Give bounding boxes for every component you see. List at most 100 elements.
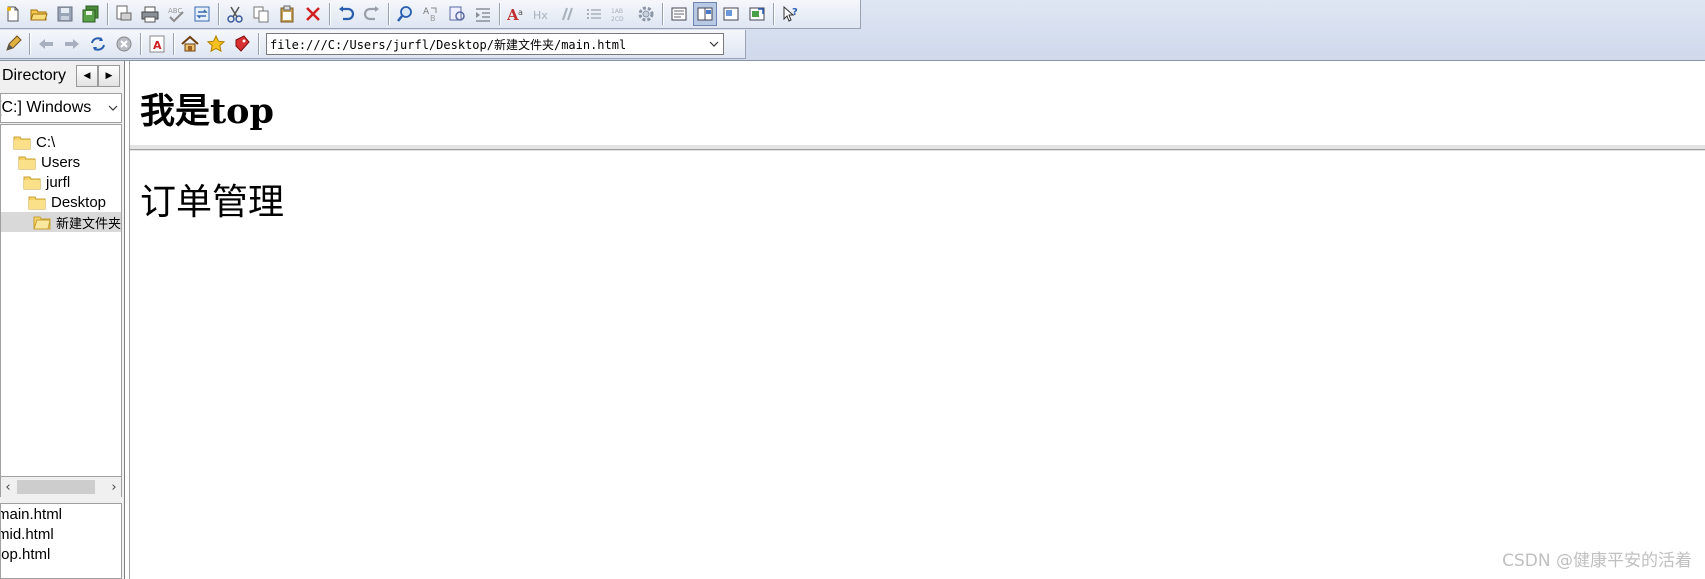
scroll-left-arrow-icon[interactable]: ‹ (1, 478, 15, 496)
url-input[interactable]: file:///C:/Users/jurfl/Desktop/新建文件夹/mai… (267, 36, 705, 53)
top-frame-heading: 我是top (140, 91, 274, 132)
file-item-top[interactable]: top.html (1, 546, 50, 566)
italic-format-icon[interactable] (556, 2, 580, 26)
refresh-icon[interactable] (86, 32, 110, 56)
chevron-down-icon[interactable] (105, 105, 121, 111)
convert-icon[interactable] (190, 2, 214, 26)
url-combobox[interactable]: file:///C:/Users/jurfl/Desktop/新建文件夹/mai… (266, 33, 724, 55)
copy-icon[interactable] (249, 2, 273, 26)
toolbar-separator (140, 33, 141, 55)
drive-select[interactable]: [C:] Windows (0, 93, 122, 123)
redo-icon[interactable] (360, 2, 384, 26)
find-in-files-icon[interactable] (445, 2, 469, 26)
triangle-right-icon: ▶ (105, 71, 113, 81)
replace-icon[interactable]: AB (419, 2, 443, 26)
external-browser-icon[interactable] (745, 2, 769, 26)
list-icon[interactable] (582, 2, 606, 26)
heading-icon[interactable]: Hx (530, 2, 554, 26)
view-preview-icon[interactable] (719, 2, 743, 26)
tree-item-new-folder[interactable]: 新建文件夹 (1, 212, 122, 232)
help-cursor-icon[interactable]: ? (778, 2, 802, 26)
svg-text:1AB: 1AB (611, 8, 623, 15)
forward-arrow-icon[interactable] (60, 32, 84, 56)
spell-check-icon[interactable]: ABC (164, 2, 188, 26)
home-icon[interactable] (178, 32, 202, 56)
back-arrow-icon[interactable] (34, 32, 58, 56)
svg-text:2CD: 2CD (611, 16, 624, 23)
indent-icon[interactable] (471, 2, 495, 26)
watermark-text: CSDN @健康平安的活着 (1502, 551, 1692, 571)
open-folder-icon[interactable] (27, 2, 51, 26)
triangle-left-icon: ◀ (83, 71, 91, 81)
folder-tree: C:\ Users jurfl Desktop 新建文件夹 (0, 124, 122, 477)
standard-toolbar: ABC AB Aa Hx 1AB 2CD ? (0, 0, 861, 29)
toolbar-separator (773, 3, 774, 25)
tree-item-jurfl[interactable]: jurfl (23, 172, 70, 192)
chevron-down-icon[interactable] (705, 34, 723, 54)
edit-pencil-icon[interactable] (1, 32, 25, 56)
new-file-icon[interactable] (1, 2, 25, 26)
scrollbar-thumb[interactable] (17, 480, 95, 494)
toolbar-separator (107, 3, 108, 25)
pdf-icon[interactable]: A (145, 32, 169, 56)
folder-icon (23, 176, 41, 190)
print-preview-icon[interactable] (112, 2, 136, 26)
scroll-left-button[interactable]: ◀ (76, 65, 98, 87)
toolbar-separator (662, 3, 663, 25)
tree-item-c-drive[interactable]: C:\ (13, 132, 55, 152)
toolbar-separator (329, 3, 330, 25)
undo-icon[interactable] (334, 2, 358, 26)
tree-item-label: 新建文件夹 (56, 216, 122, 232)
folder-icon (13, 136, 31, 150)
cut-icon[interactable] (223, 2, 247, 26)
font-size-icon[interactable]: Aa (504, 2, 528, 26)
numbered-list-icon[interactable]: 1AB 2CD (608, 2, 632, 26)
tree-item-label: Users (41, 153, 81, 171)
scroll-right-button[interactable]: ▶ (98, 65, 120, 87)
directory-header: Directory ◀ ▶ (0, 62, 124, 90)
svg-text:Hx: Hx (533, 9, 548, 22)
file-item-mid[interactable]: mid.html (1, 526, 54, 546)
save-all-icon[interactable] (79, 2, 103, 26)
toolbar-area: ABC AB Aa Hx 1AB 2CD ? A file:///C:/User… (0, 0, 1705, 61)
print-icon[interactable] (138, 2, 162, 26)
delete-icon[interactable] (301, 2, 325, 26)
horizontal-scrollbar[interactable]: ‹ › (0, 477, 122, 497)
view-split-icon[interactable] (693, 2, 717, 26)
toolbar-separator (388, 3, 389, 25)
svg-text:B: B (430, 14, 436, 23)
frame-divider[interactable] (130, 149, 1705, 150)
svg-text:A: A (153, 39, 162, 52)
toolbar-separator (499, 3, 500, 25)
toolbar-separator (173, 33, 174, 55)
tree-item-label: C:\ (36, 133, 56, 151)
folder-icon (18, 156, 36, 170)
toolbar-separator (29, 33, 30, 55)
navigation-toolbar: A file:///C:/Users/jurfl/Desktop/新建文件夹/m… (0, 30, 746, 59)
scrollbar-track[interactable] (15, 478, 107, 496)
file-item-main[interactable]: main.html (1, 506, 62, 526)
view-code-icon[interactable] (667, 2, 691, 26)
scroll-right-arrow-icon[interactable]: › (107, 478, 121, 496)
tree-item-desktop[interactable]: Desktop (28, 192, 106, 212)
svg-text:a: a (518, 8, 523, 17)
toolbar-separator (218, 3, 219, 25)
drive-select-value: [C:] Windows (0, 99, 92, 116)
svg-text:A: A (423, 7, 430, 17)
save-icon[interactable] (53, 2, 77, 26)
tree-item-users[interactable]: Users (18, 152, 80, 172)
top-frame: 我是top (130, 61, 1705, 151)
tree-item-label: Desktop (51, 193, 107, 211)
bookmark-icon[interactable] (230, 32, 254, 56)
main-frame-heading: 订单管理 (140, 182, 285, 223)
preview-pane: 我是top 订单管理 CSDN @健康平安的活着 (129, 61, 1705, 579)
tree-item-label: jurfl (46, 173, 71, 191)
directory-title: Directory (2, 67, 67, 84)
svg-text:?: ? (792, 7, 798, 18)
open-folder-icon (33, 216, 51, 230)
paste-icon[interactable] (275, 2, 299, 26)
settings-gear-icon[interactable] (634, 2, 658, 26)
stop-icon[interactable] (112, 32, 136, 56)
find-icon[interactable] (393, 2, 417, 26)
favorites-star-icon[interactable] (204, 32, 228, 56)
